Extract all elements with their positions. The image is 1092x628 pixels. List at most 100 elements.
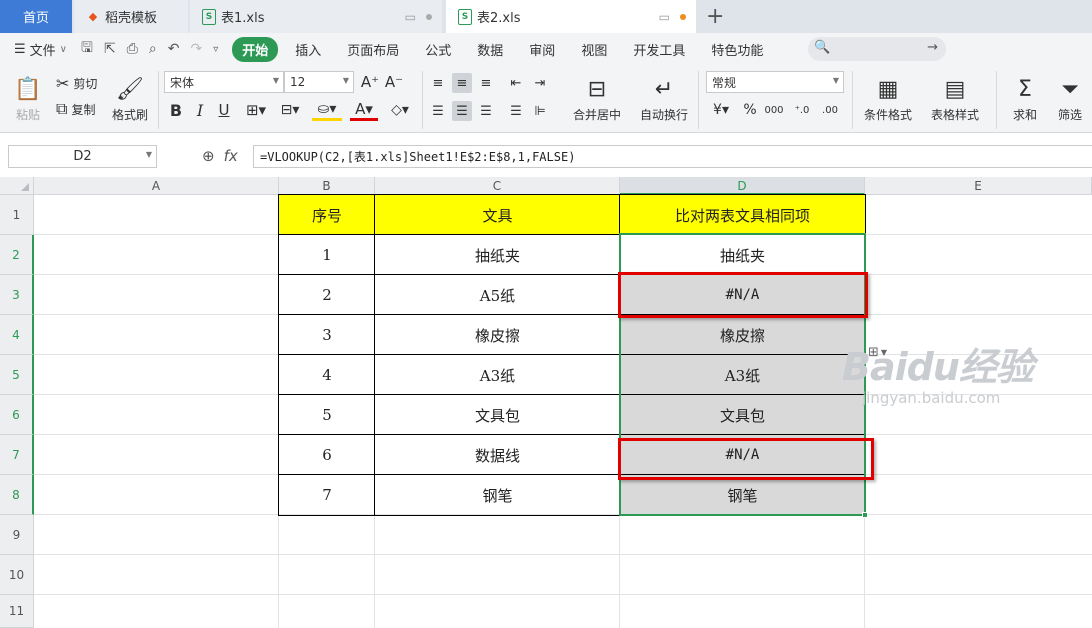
filter-button[interactable]: ⏷ 筛选 <box>1050 71 1090 129</box>
row-header-9[interactable]: 9 <box>0 515 34 555</box>
cell-d4[interactable]: 橡皮擦 <box>620 315 865 355</box>
formula-input[interactable]: =VLOOKUP(C2,[表1.xls]Sheet1!E$2:E$8,1,FAL… <box>253 145 1092 168</box>
align-bottom-icon[interactable]: ≡ <box>476 73 496 93</box>
column-header-a[interactable]: A <box>34 177 279 195</box>
menu-tab-view[interactable]: 视图 <box>568 40 620 59</box>
bold-icon[interactable]: B <box>166 99 186 121</box>
command-search[interactable]: 🔍 → <box>808 37 946 61</box>
font-color-icon[interactable]: A▾ <box>350 99 378 121</box>
font-name-select[interactable]: 宋体 ▼ <box>164 71 284 93</box>
row-header-3[interactable]: 3 <box>0 275 34 315</box>
tab-templates[interactable]: ◆ 稻壳模板 <box>74 0 188 33</box>
row-header-1[interactable]: 1 <box>0 195 34 235</box>
cell-style-icon[interactable]: ⊟▾ <box>276 99 304 121</box>
column-header-d[interactable]: D <box>620 177 865 195</box>
align-top-icon[interactable]: ≡ <box>428 73 448 93</box>
tab-file1[interactable]: S 表1.xls ▭ <box>190 0 442 33</box>
menu-tab-insert[interactable]: 插入 <box>282 40 334 59</box>
align-left-icon[interactable]: ☰ <box>428 101 448 121</box>
column-header-e[interactable]: E <box>865 177 1092 195</box>
column-header-b[interactable]: B <box>279 177 375 195</box>
underline-icon[interactable]: U <box>214 99 234 121</box>
name-box[interactable]: D2 ▼ <box>8 145 157 168</box>
cell-b7[interactable]: 6 <box>279 435 375 475</box>
cell-c5[interactable]: A3纸 <box>375 355 620 395</box>
indent-icon[interactable]: ⇥ <box>530 73 550 93</box>
wrap-text-button[interactable]: ↵ 自动换行 <box>636 71 692 129</box>
cell-d5[interactable]: A3纸 <box>620 355 865 395</box>
table-style-button[interactable]: ▤ 表格样式 <box>924 71 986 129</box>
increase-font-icon[interactable]: A⁺ <box>360 71 380 93</box>
row-header-7[interactable]: 7 <box>0 435 34 475</box>
conditional-format-button[interactable]: ▦ 条件格式 <box>858 71 918 129</box>
cell-d8[interactable]: 钢笔 <box>620 475 865 515</box>
save-icon[interactable]: 🖫 <box>81 37 93 61</box>
print-icon[interactable]: ⎙ <box>127 41 138 57</box>
paste-button[interactable]: 📋 粘贴 <box>8 71 48 129</box>
cell-b8[interactable]: 7 <box>279 475 375 515</box>
row-header-8[interactable]: 8 <box>0 475 34 515</box>
format-painter-button[interactable]: 🖌 格式刷 <box>108 71 152 129</box>
row-header-11[interactable]: 11 <box>0 595 34 628</box>
justify-icon[interactable]: ☰ <box>506 101 526 121</box>
cell-c3[interactable]: A5纸 <box>375 275 620 315</box>
cell-b6[interactable]: 5 <box>279 395 375 435</box>
export-icon[interactable]: ⇱ <box>104 41 116 57</box>
row-header-4[interactable]: 4 <box>0 315 34 355</box>
align-middle-icon[interactable]: ≡ <box>452 73 472 93</box>
select-all-corner[interactable] <box>0 177 34 195</box>
monitor-icon[interactable]: ▭ <box>659 10 670 24</box>
align-right-icon[interactable]: ☰ <box>476 101 496 121</box>
merge-center-button[interactable]: ⊟ 合并居中 <box>566 71 628 129</box>
thousands-icon[interactable]: 000 <box>764 99 784 121</box>
tab-home[interactable]: 首页 <box>0 0 72 33</box>
print-preview-icon[interactable]: ⌕ <box>149 41 157 57</box>
cell-c1[interactable]: 文具 <box>375 195 620 235</box>
customize-chevron-icon[interactable]: ▿ <box>213 44 218 55</box>
cell-d6[interactable]: 文具包 <box>620 395 865 435</box>
add-tab-button[interactable]: + <box>706 4 724 29</box>
monitor-icon[interactable]: ▭ <box>405 10 416 24</box>
increase-decimal-icon[interactable]: ⁺.0 <box>790 99 814 121</box>
cell-c2[interactable]: 抽纸夹 <box>375 235 620 275</box>
cell-b3[interactable]: 2 <box>279 275 375 315</box>
tab-unsaved-dot-icon[interactable] <box>680 14 686 20</box>
sum-button[interactable]: Σ 求和 <box>1004 71 1046 129</box>
redo-icon[interactable]: ↷ <box>190 41 202 57</box>
cut-button[interactable]: ✂ 剪切 <box>56 73 97 93</box>
currency-icon[interactable]: ¥▾ <box>708 99 734 121</box>
menu-tab-features[interactable]: 特色功能 <box>698 40 776 59</box>
cell-d7[interactable]: #N/A <box>620 435 865 475</box>
align-center-icon[interactable]: ☰ <box>452 101 472 121</box>
number-format-select[interactable]: 常规 ▼ <box>706 71 844 93</box>
cell-b2[interactable]: 1 <box>279 235 375 275</box>
italic-icon[interactable]: I <box>190 99 210 121</box>
fill-handle[interactable] <box>862 512 868 518</box>
decrease-decimal-icon[interactable]: .00 <box>818 99 842 121</box>
fx-icon[interactable]: fx <box>224 147 238 165</box>
cell-c8[interactable]: 钢笔 <box>375 475 620 515</box>
tab-file2[interactable]: S 表2.xls ▭ <box>446 0 696 33</box>
cell-b1[interactable]: 序号 <box>279 195 375 235</box>
distributed-icon[interactable]: ⊫ <box>530 101 550 121</box>
tab-saved-dot-icon[interactable] <box>426 14 432 20</box>
cell-d2[interactable]: 抽纸夹 <box>620 235 865 275</box>
file-menu[interactable]: ☰ 文件 ∨ <box>14 40 67 59</box>
zoom-icon[interactable]: ⊕ <box>202 147 215 165</box>
menu-tab-developer[interactable]: 开发工具 <box>620 40 698 59</box>
cell-d3[interactable]: #N/A <box>620 275 865 315</box>
cell-d1[interactable]: 比对两表文具相同项 <box>620 195 865 235</box>
menu-tab-page-layout[interactable]: 页面布局 <box>334 40 412 59</box>
menu-tab-formulas[interactable]: 公式 <box>412 40 464 59</box>
decrease-font-icon[interactable]: A⁻ <box>384 71 404 93</box>
cell-b4[interactable]: 3 <box>279 315 375 355</box>
menu-tab-review[interactable]: 审阅 <box>516 40 568 59</box>
row-header-10[interactable]: 10 <box>0 555 34 595</box>
cell-c4[interactable]: 橡皮擦 <box>375 315 620 355</box>
borders-icon[interactable]: ⊞▾ <box>242 99 270 121</box>
cell-c6[interactable]: 文具包 <box>375 395 620 435</box>
menu-tab-home[interactable]: 开始 <box>232 36 279 62</box>
menu-tab-data[interactable]: 数据 <box>464 40 516 59</box>
font-size-select[interactable]: 12 ▼ <box>284 71 354 93</box>
percent-icon[interactable]: % <box>740 99 760 121</box>
